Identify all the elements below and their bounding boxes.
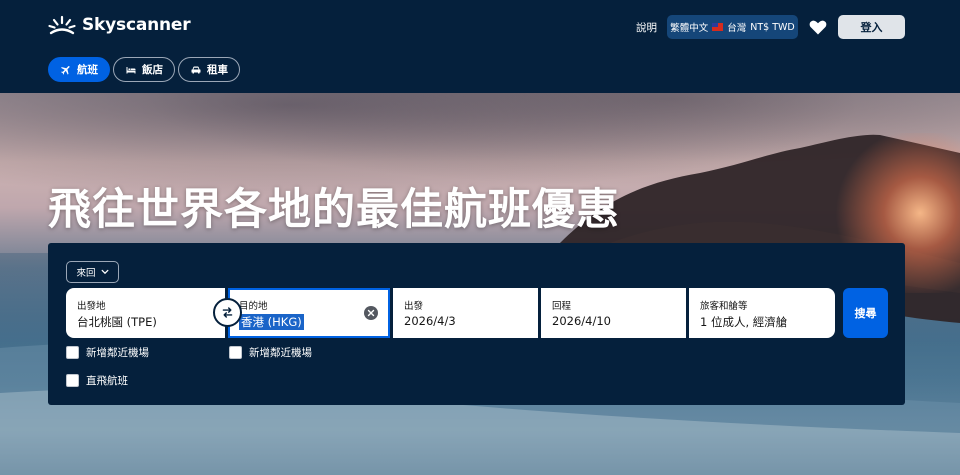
help-link[interactable]: 說明 (636, 20, 657, 35)
product-tabs: 航班 飯店 租車 (48, 57, 240, 82)
clear-destination-button[interactable] (364, 306, 378, 320)
tab-cars[interactable]: 租車 (178, 57, 240, 82)
flight-search-panel: 來回 出發地 台北桃園 (TPE) 目的地 香港 (HKG) 出發 2026/4… (48, 243, 905, 405)
tab-cars-label: 租車 (207, 64, 228, 76)
tab-hotels[interactable]: 飯店 (113, 57, 175, 82)
region-label: 台灣 (727, 23, 747, 34)
swap-airports-button[interactable] (213, 298, 242, 327)
taiwan-flag-icon (712, 23, 724, 31)
search-button[interactable]: 搜尋 (843, 288, 888, 338)
origin-field[interactable]: 出發地 台北桃園 (TPE) (66, 288, 225, 338)
brand-name: Skyscanner (82, 15, 191, 35)
travellers-label: 旅客和艙等 (700, 301, 748, 312)
destination-label: 目的地 (239, 301, 268, 312)
login-button[interactable]: 登入 (838, 15, 905, 39)
depart-value: 2026/4/3 (404, 314, 456, 328)
nearby-origin-label: 新增鄰近機場 (86, 347, 149, 359)
origin-label: 出發地 (77, 301, 106, 312)
checkbox-box[interactable] (229, 346, 242, 359)
heart-icon[interactable] (808, 17, 828, 37)
travellers-cabin-field[interactable]: 旅客和艙等 1 位成人, 經濟艙 (689, 288, 835, 338)
checkbox-box[interactable] (66, 346, 79, 359)
destination-field[interactable]: 目的地 香港 (HKG) (228, 288, 390, 338)
brand-logo[interactable]: Skyscanner (48, 14, 191, 36)
sunrise-logo-icon (48, 15, 76, 35)
close-icon (367, 309, 375, 317)
trip-type-select[interactable]: 來回 (66, 261, 119, 283)
direct-flights-checkbox[interactable]: 直飛航班 (66, 373, 128, 388)
locale-button[interactable]: 繁體中文 台灣 NT$ TWD (667, 15, 798, 39)
depart-date-field[interactable]: 出發 2026/4/3 (393, 288, 538, 338)
plane-icon (61, 65, 70, 75)
return-value: 2026/4/10 (552, 314, 611, 328)
tab-flights-label: 航班 (77, 64, 98, 76)
car-icon (191, 66, 201, 73)
hero-title: 飛往世界各地的最佳航班優惠 (48, 185, 620, 235)
destination-value[interactable]: 香港 (HKG) (239, 314, 304, 330)
checkbox-box[interactable] (66, 374, 79, 387)
return-date-field[interactable]: 回程 2026/4/10 (541, 288, 686, 338)
origin-value: 台北桃園 (TPE) (77, 315, 157, 329)
bed-icon (126, 66, 136, 73)
travellers-value: 1 位成人, 經濟艙 (700, 315, 788, 329)
tab-flights[interactable]: 航班 (48, 57, 110, 82)
return-label: 回程 (552, 301, 572, 312)
currency-label: NT$ TWD (750, 21, 795, 33)
depart-label: 出發 (404, 301, 424, 312)
tab-hotels-label: 飯店 (142, 64, 163, 76)
swap-icon (222, 307, 233, 318)
chevron-down-icon (101, 269, 108, 275)
language-label: 繁體中文 (670, 23, 709, 34)
trip-type-label: 來回 (76, 268, 96, 279)
nearby-origin-checkbox[interactable]: 新增鄰近機場 (66, 345, 149, 360)
nearby-destination-label: 新增鄰近機場 (249, 347, 312, 359)
nearby-destination-checkbox[interactable]: 新增鄰近機場 (229, 345, 312, 360)
direct-flights-label: 直飛航班 (86, 375, 128, 387)
header: Skyscanner 說明 繁體中文 台灣 NT$ TWD 登入 航班 飯店 租… (0, 0, 960, 93)
